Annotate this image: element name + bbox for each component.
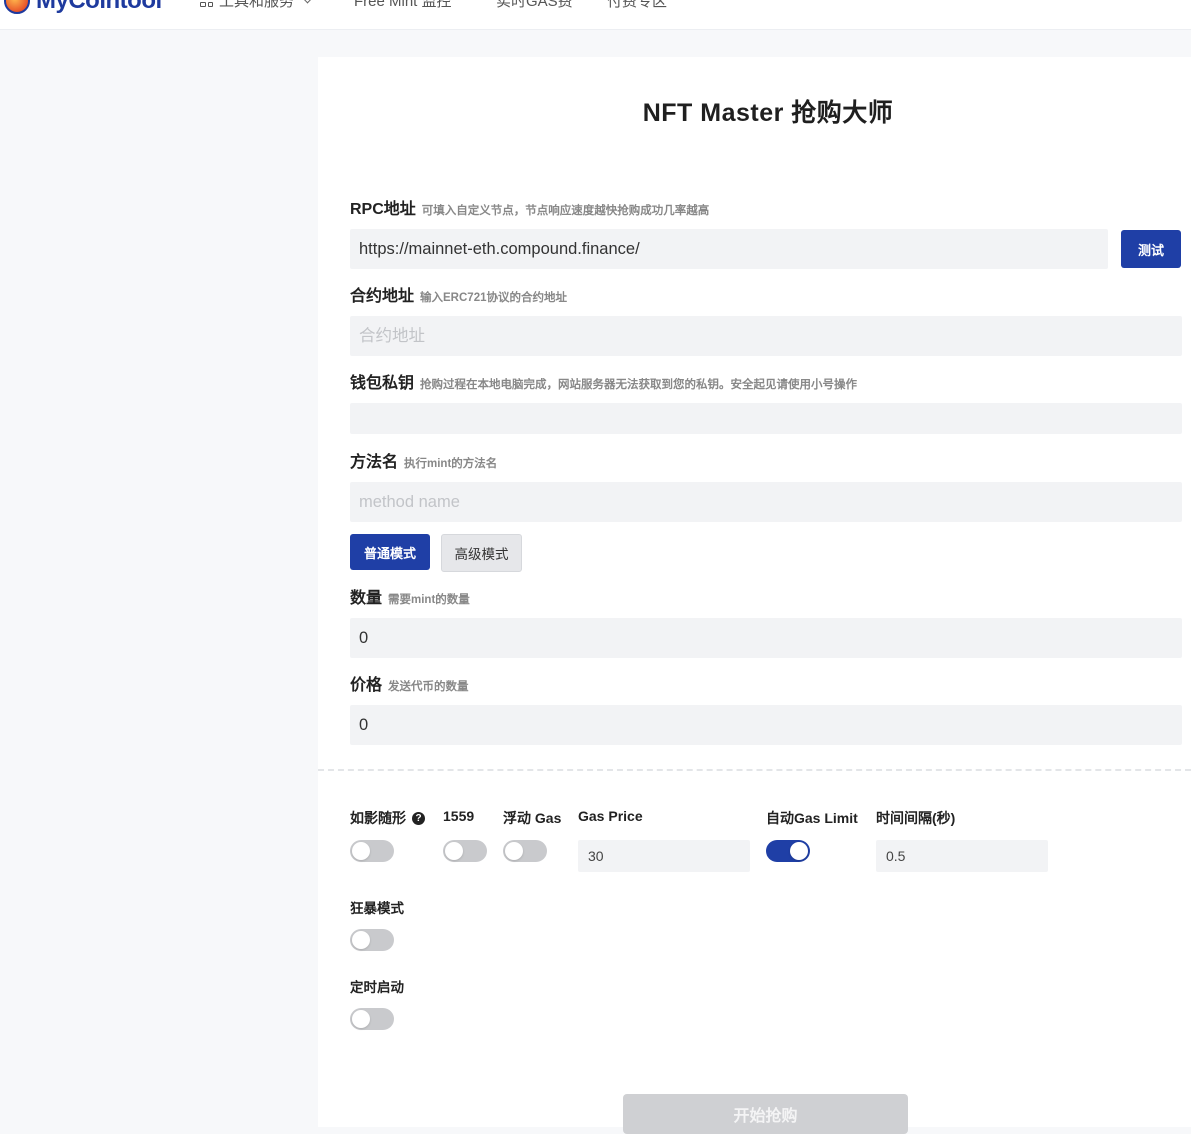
rpc-hint: 可填入自定义节点，节点响应速度越快抢购成功几率越高 (421, 205, 710, 217)
logo-icon (4, 0, 30, 14)
method-label-text: 方法名 (350, 454, 399, 471)
gas-price-input[interactable] (578, 840, 750, 872)
nav-item-label: Free Mint 监控 (354, 0, 452, 10)
scheduled-start-label: 定时启动 (350, 980, 404, 995)
eip1559-toggle[interactable] (443, 840, 487, 862)
nav-item-label: 实时GAS费 (496, 0, 573, 10)
contract-address-input[interactable] (350, 316, 1182, 356)
help-icon[interactable]: ? (412, 811, 425, 825)
nav-item-tools[interactable]: 工具和服务 (200, 0, 313, 11)
chevron-down-icon (302, 0, 313, 4)
method-hint: 执行mint的方法名 (404, 458, 498, 470)
contract-label-text: 合约地址 (350, 288, 415, 305)
rpc-label: RPC地址 可填入自定义节点，节点响应速度越快抢购成功几率越高 (350, 195, 709, 219)
private-key-label-text: 钱包私钥 (350, 375, 415, 392)
toggle-knob (790, 842, 808, 860)
toggle-knob (445, 842, 463, 860)
nav-item-paid[interactable]: 付费专区 (607, 0, 667, 11)
nav-item-free-mint[interactable]: Free Mint 监控 (354, 0, 452, 11)
main-card: NFT Master 抢购大师 RPC地址 可填入自定义节点，节点响应速度越快抢… (318, 57, 1191, 1134)
page-title: NFT Master 抢购大师 (642, 99, 894, 127)
price-label: 价格 发送代币的数量 (350, 671, 469, 695)
test-rpc-button[interactable]: 测试 (1121, 230, 1181, 268)
section-divider (318, 769, 1191, 771)
quantity-input[interactable] (350, 618, 1182, 658)
shadow-toggle[interactable] (350, 840, 394, 862)
rpc-input[interactable] (350, 229, 1108, 269)
float-gas-label: 浮动 Gas (503, 810, 562, 826)
rage-mode-label: 狂暴模式 (350, 901, 404, 916)
logo-text: MyCointool (36, 0, 162, 14)
toggle-knob (352, 1010, 370, 1028)
scheduled-start-toggle[interactable] (350, 1008, 394, 1030)
private-key-hint: 抢购过程在本地电脑完成，网站服务器无法获取到您的私钥。安全起见请使用小号操作 (420, 379, 858, 391)
contract-hint: 输入ERC721协议的合约地址 (420, 292, 567, 304)
nav-item-label: 工具和服务 (219, 0, 295, 10)
gas-price-label: Gas Price (578, 808, 643, 824)
toggle-knob (505, 842, 523, 860)
grid-icon (200, 0, 213, 7)
auto-gas-limit-label: 自动Gas Limit (766, 810, 858, 826)
interval-label: 时间间隔(秒) (876, 810, 956, 826)
method-label: 方法名 执行mint的方法名 (350, 448, 497, 472)
private-key-label: 钱包私钥 抢购过程在本地电脑完成，网站服务器无法获取到您的私钥。安全起见请使用小… (350, 369, 857, 393)
private-key-input[interactable] (350, 403, 1182, 434)
price-input[interactable] (350, 705, 1182, 745)
toggle-knob (352, 931, 370, 949)
start-purchase-button[interactable]: 开始抢购 (623, 1094, 908, 1134)
toggle-knob (352, 842, 370, 860)
advanced-mode-button[interactable]: 高级模式 (441, 534, 522, 572)
nav-item-gas[interactable]: 实时GAS费 (496, 0, 573, 11)
normal-mode-button[interactable]: 普通模式 (350, 534, 430, 570)
rage-mode-toggle[interactable] (350, 929, 394, 951)
shadow-option-text: 如影随形 (350, 810, 406, 826)
eip1559-label: 1559 (443, 808, 475, 824)
rpc-label-text: RPC地址 (350, 201, 416, 218)
site-logo[interactable]: MyCointool (4, 0, 162, 16)
float-gas-toggle[interactable] (503, 840, 547, 862)
auto-gas-limit-toggle[interactable] (766, 840, 810, 862)
shadow-option-label: 如影随形 ? (350, 808, 425, 828)
price-hint: 发送代币的数量 (388, 681, 469, 693)
quantity-hint: 需要mint的数量 (388, 594, 470, 606)
quantity-label-text: 数量 (350, 590, 383, 607)
interval-input[interactable] (876, 840, 1048, 872)
top-navbar: MyCointool 工具和服务 Free Mint 监控 实时GAS费 付费专… (0, 0, 1191, 30)
nav-item-label: 付费专区 (607, 0, 668, 10)
method-name-input[interactable] (350, 482, 1182, 522)
contract-label: 合约地址 输入ERC721协议的合约地址 (350, 282, 567, 306)
quantity-label: 数量 需要mint的数量 (350, 584, 470, 608)
price-label-text: 价格 (350, 677, 383, 694)
